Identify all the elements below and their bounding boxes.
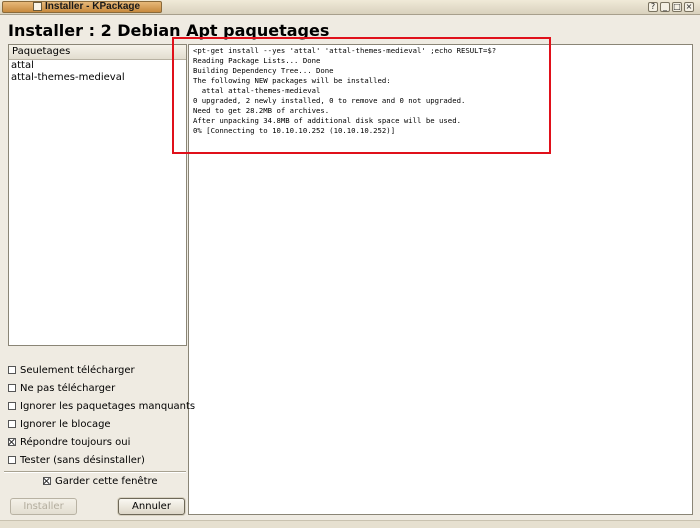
checkbox-icon[interactable] — [8, 384, 16, 392]
option-label: Ignorer le blocage — [20, 419, 111, 430]
checkbox-icon[interactable] — [8, 420, 16, 428]
package-list[interactable]: Paquetages attal attal-themes-medieval — [8, 44, 187, 346]
kpackage-app-icon — [33, 2, 42, 11]
option-always-yes[interactable]: Répondre toujours oui — [8, 436, 130, 449]
option-ignore-hold[interactable]: Ignorer le blocage — [8, 418, 111, 431]
checkbox-icon[interactable] — [8, 456, 16, 464]
option-label: Garder cette fenêtre — [55, 476, 158, 487]
option-label: Tester (sans désinstaller) — [20, 455, 145, 466]
package-list-item[interactable]: attal-themes-medieval — [9, 72, 186, 84]
help-button[interactable]: ? — [648, 2, 658, 12]
window-title: Installer - KPackage — [45, 1, 141, 12]
close-button[interactable]: × — [684, 2, 694, 12]
checkbox-checked-icon[interactable] — [43, 477, 51, 485]
option-test[interactable]: Tester (sans désinstaller) — [8, 454, 145, 467]
separator — [4, 471, 186, 473]
window-titlebar[interactable]: Installer - KPackage ? _ □ × — [0, 0, 700, 15]
checkbox-icon[interactable] — [8, 402, 16, 410]
option-label: Seulement télécharger — [20, 365, 135, 376]
option-label: Ignorer les paquetages manquants — [20, 401, 196, 412]
install-button[interactable]: Installer — [10, 498, 77, 515]
package-list-item[interactable]: attal — [9, 60, 186, 72]
option-keep-window[interactable]: Garder cette fenêtre — [43, 475, 158, 488]
cancel-button[interactable]: Annuler — [118, 498, 185, 515]
highlight-annotation-box — [172, 37, 551, 154]
option-no-download[interactable]: Ne pas télécharger — [8, 382, 115, 395]
minimize-button[interactable]: _ — [660, 2, 670, 12]
package-list-header[interactable]: Paquetages — [9, 45, 186, 60]
option-label: Ne pas télécharger — [20, 383, 116, 394]
option-download-only[interactable]: Seulement télécharger — [8, 364, 135, 377]
option-ignore-missing[interactable]: Ignorer les paquetages manquants — [8, 400, 195, 413]
maximize-button[interactable]: □ — [672, 2, 682, 12]
checkbox-icon[interactable] — [8, 366, 16, 374]
option-label: Répondre toujours oui — [20, 437, 131, 448]
checkbox-checked-icon[interactable] — [8, 438, 16, 446]
